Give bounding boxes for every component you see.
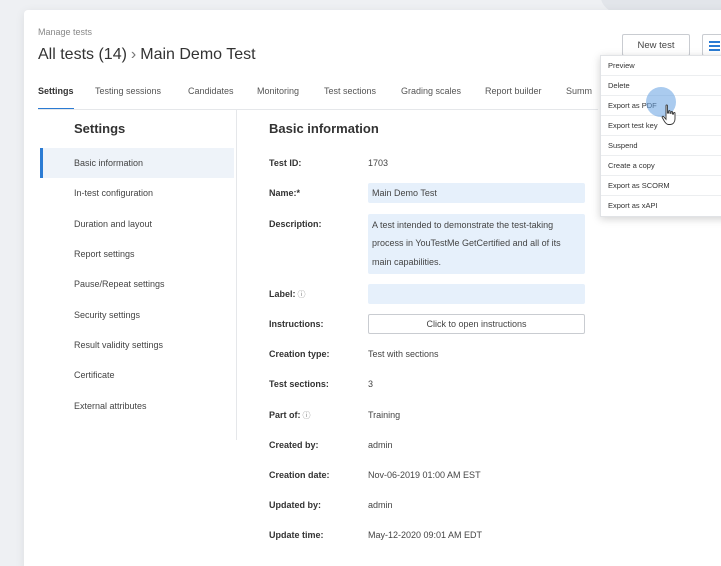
tab-bar: Settings Testing sessions Candidates Mon… [38, 86, 598, 110]
tabs-divider [38, 109, 598, 110]
help-circle-icon[interactable]: ⓘ [303, 411, 311, 420]
created-by-value: admin [368, 440, 393, 450]
tab-monitoring[interactable]: Monitoring [257, 86, 299, 110]
sidebar-item-basic-information[interactable]: Basic information [40, 148, 234, 178]
sidebar-item-pause-repeat-settings[interactable]: Pause/Repeat settings [40, 269, 234, 299]
help-circle-icon[interactable]: ⓘ [298, 290, 306, 299]
hand-cursor-icon [661, 104, 676, 125]
test-sections-label: Test sections: [269, 379, 329, 389]
description-line: main capabilities. [372, 257, 442, 267]
menu-item-create-copy[interactable]: Create a copy [601, 156, 721, 176]
breadcrumb-all-tests[interactable]: All tests (14) [38, 46, 127, 63]
description-line: process in YouTestMe GetCertified and al… [372, 238, 561, 248]
breadcrumb-current: Main Demo Test [140, 46, 256, 63]
description-field[interactable]: A test intended to demonstrate the test-… [368, 214, 585, 274]
updated-by-label: Updated by: [269, 500, 322, 510]
breadcrumb-separator: › [130, 46, 137, 63]
tab-testing-sessions[interactable]: Testing sessions [95, 86, 161, 110]
test-id-label: Test ID: [269, 158, 302, 168]
more-actions-button[interactable] [702, 34, 721, 56]
sidebar-item-duration-and-layout[interactable]: Duration and layout [40, 209, 234, 239]
description-line: A test intended to demonstrate the test-… [372, 220, 554, 230]
label-label: Label: ⓘ [269, 289, 306, 299]
name-field[interactable]: Main Demo Test [368, 183, 585, 203]
creation-date-value: Nov-06-2019 01:00 AM EST [368, 470, 481, 480]
menu-item-export-xapi[interactable]: Export as xAPI [601, 196, 721, 216]
creation-date-label: Creation date: [269, 470, 330, 480]
tab-test-sections[interactable]: Test sections [324, 86, 376, 110]
tab-candidates[interactable]: Candidates [188, 86, 234, 110]
sidebar-divider [236, 110, 237, 440]
part-of-value: Training [368, 410, 401, 420]
instructions-label: Instructions: [269, 319, 324, 329]
description-label: Description: [269, 219, 322, 229]
menu-item-preview[interactable]: Preview [601, 56, 721, 76]
test-id-value: 1703 [368, 158, 389, 168]
new-test-button[interactable]: New test [622, 34, 690, 56]
open-instructions-button[interactable]: Click to open instructions [368, 314, 585, 334]
menu-item-suspend[interactable]: Suspend [601, 136, 721, 156]
sidebar-item-external-attributes[interactable]: External attributes [40, 391, 234, 421]
label-field[interactable] [368, 284, 585, 304]
actions-dropdown-menu: Preview Delete Export as PDF Export test… [600, 55, 721, 217]
breadcrumb-parent[interactable]: Manage tests [38, 27, 92, 37]
creation-type-label: Creation type: [269, 349, 330, 359]
updated-by-value: admin [368, 500, 393, 510]
creation-type-value: Test with sections [368, 349, 439, 359]
created-by-label: Created by: [269, 440, 319, 450]
menu-item-export-scorm[interactable]: Export as SCORM [601, 176, 721, 196]
update-time-value: May-12-2020 09:01 AM EDT [368, 530, 483, 540]
tab-summary[interactable]: Summ [566, 86, 592, 110]
hamburger-menu-icon [709, 41, 720, 43]
part-of-label: Part of: ⓘ [269, 410, 311, 420]
sidebar-item-security-settings[interactable]: Security settings [40, 300, 234, 330]
update-time-label: Update time: [269, 530, 324, 540]
sidebar-item-in-test-configuration[interactable]: In-test configuration [40, 178, 234, 208]
name-label: Name:* [269, 188, 301, 198]
tab-report-builder[interactable]: Report builder [485, 86, 542, 110]
section-title: Basic information [269, 121, 379, 136]
sidebar-item-certificate[interactable]: Certificate [40, 360, 234, 390]
tab-grading-scales[interactable]: Grading scales [401, 86, 461, 110]
page-title: All tests (14) › Main Demo Test [38, 46, 256, 64]
tab-settings[interactable]: Settings [38, 86, 74, 110]
test-sections-value: 3 [368, 379, 374, 389]
sidebar-item-result-validity-settings[interactable]: Result validity settings [40, 330, 234, 360]
sidebar-item-report-settings[interactable]: Report settings [40, 239, 234, 269]
sidebar-title: Settings [74, 121, 126, 136]
